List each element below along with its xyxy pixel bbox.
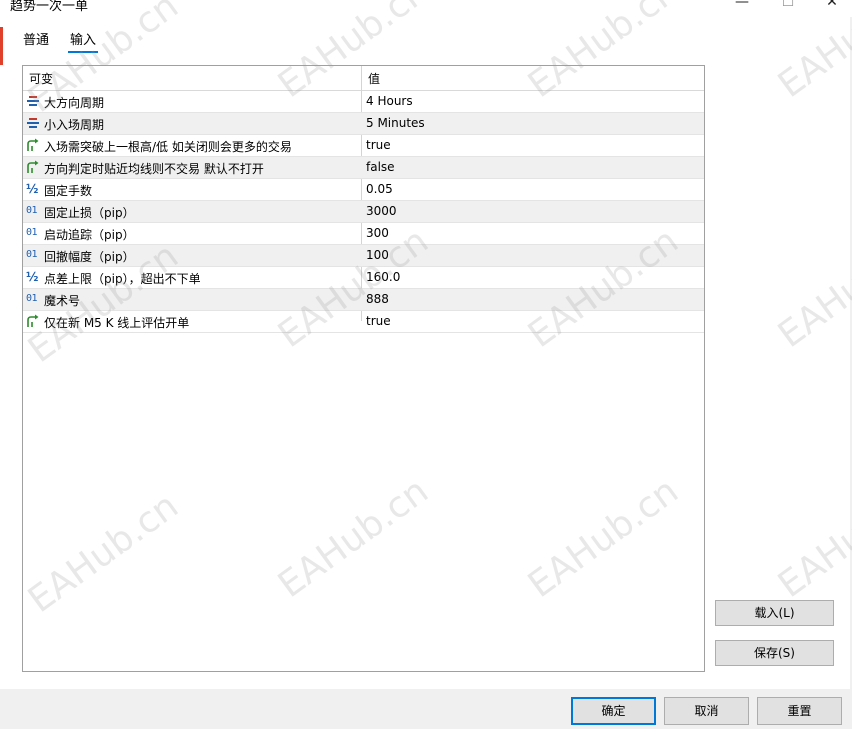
int-icon: 01: [26, 205, 38, 216]
load-button[interactable]: 载入(L): [715, 600, 834, 626]
param-value[interactable]: true: [366, 138, 391, 152]
dialog-panel: 普通 输入 可变 值 大方向周期 4 Hours 小入场周期 5 Minutes 入场需…: [9, 17, 850, 689]
header-value[interactable]: 值: [368, 70, 380, 87]
param-name: 入场需突破上一根高/低 如关闭则会更多的交易: [44, 140, 292, 154]
param-value[interactable]: 0.05: [366, 182, 393, 196]
table-row[interactable]: 01 启动追踪（pip） 300: [23, 223, 704, 245]
close-button[interactable]: ✕: [817, 0, 847, 16]
left-accent-bar: [0, 27, 3, 65]
left-edge: [0, 17, 9, 689]
param-value[interactable]: 5 Minutes: [366, 116, 425, 130]
bool-icon: [26, 160, 40, 174]
table-row[interactable]: 小入场周期 5 Minutes: [23, 113, 704, 135]
int-icon: 01: [26, 227, 38, 238]
bool-icon: [26, 314, 40, 328]
param-name: 启动追踪（pip）: [44, 228, 135, 242]
table-row[interactable]: 01 回撤幅度（pip） 100: [23, 245, 704, 267]
table-row[interactable]: ½ 点差上限（pip），超出不下单 160.0: [23, 267, 704, 289]
param-value[interactable]: 4 Hours: [366, 94, 413, 108]
reset-button[interactable]: 重置: [757, 697, 842, 725]
param-name: 魔术号: [44, 294, 81, 308]
table-row[interactable]: 大方向周期 4 Hours: [23, 91, 704, 113]
param-name: 大方向周期: [44, 96, 105, 110]
window-title: 趋势一次一单: [10, 0, 89, 14]
title-bar: 趋势一次一单 — ☐ ✕: [0, 0, 852, 17]
grid-header: 可变 值: [23, 66, 704, 91]
param-value[interactable]: 300: [366, 226, 389, 240]
double-icon: ½: [26, 182, 39, 196]
maximize-button[interactable]: ☐: [773, 0, 803, 16]
param-value[interactable]: false: [366, 160, 395, 174]
param-value[interactable]: 100: [366, 248, 389, 262]
double-icon: ½: [26, 270, 39, 284]
tab-inputs[interactable]: 输入: [67, 29, 99, 53]
param-name: 点差上限（pip），超出不下单: [44, 272, 201, 286]
table-row[interactable]: 01 魔术号 888: [23, 289, 704, 311]
param-value[interactable]: true: [366, 314, 391, 328]
header-variable[interactable]: 可变: [29, 70, 53, 87]
table-row[interactable]: ½ 固定手数 0.05: [23, 179, 704, 201]
table-row[interactable]: 方向判定时贴近均线则不交易 默认不打开 false: [23, 157, 704, 179]
grid-rows: 大方向周期 4 Hours 小入场周期 5 Minutes 入场需突破上一根高/低 如关…: [23, 91, 704, 333]
enum-icon: [26, 116, 40, 130]
minimize-button[interactable]: —: [727, 0, 757, 16]
tab-general[interactable]: 普通: [23, 29, 49, 48]
param-value[interactable]: 160.0: [366, 270, 400, 284]
bool-icon: [26, 138, 40, 152]
int-icon: 01: [26, 293, 38, 304]
cancel-button[interactable]: 取消: [664, 697, 749, 725]
param-value[interactable]: 888: [366, 292, 389, 306]
param-name: 固定止损（pip）: [44, 206, 135, 220]
param-name: 方向判定时贴近均线则不交易 默认不打开: [44, 162, 264, 176]
table-row[interactable]: 01 固定止损（pip） 3000: [23, 201, 704, 223]
ok-button[interactable]: 确定: [571, 697, 656, 725]
int-icon: 01: [26, 249, 38, 260]
param-name: 回撤幅度（pip）: [44, 250, 135, 264]
param-value[interactable]: 3000: [366, 204, 397, 218]
param-name: 小入场周期: [44, 118, 105, 132]
param-name: 仅在新 M5 K 线上评估开单: [44, 316, 190, 330]
table-row[interactable]: 入场需突破上一根高/低 如关闭则会更多的交易 true: [23, 135, 704, 157]
parameters-grid: 可变 值 大方向周期 4 Hours 小入场周期 5 Minutes 入场需突破上一根高…: [22, 65, 705, 672]
save-button[interactable]: 保存(S): [715, 640, 834, 666]
table-row[interactable]: 仅在新 M5 K 线上评估开单 true: [23, 311, 704, 333]
enum-icon: [26, 94, 40, 108]
param-name: 固定手数: [44, 184, 93, 198]
